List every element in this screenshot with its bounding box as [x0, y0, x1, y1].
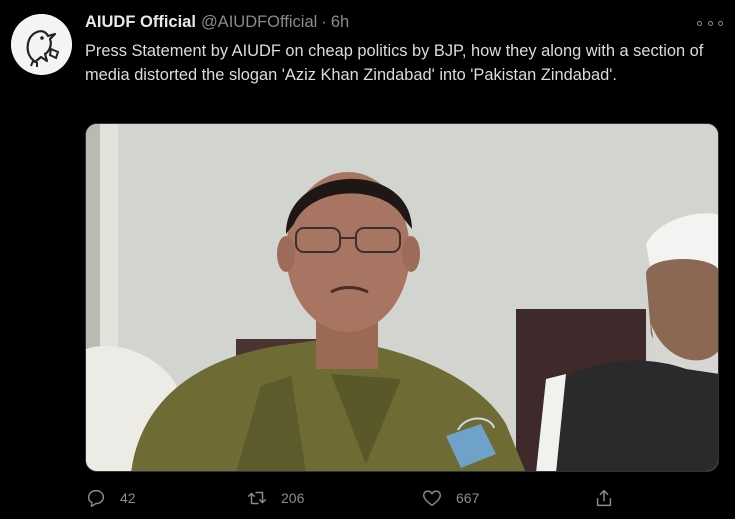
reply-count: 42 — [120, 490, 136, 506]
share-button[interactable] — [593, 485, 628, 511]
retweet-icon — [248, 491, 266, 505]
more-options-icon[interactable] — [697, 14, 723, 32]
author-handle[interactable]: @AIUDFOfficial — [201, 13, 317, 32]
like-button[interactable]: 667 — [421, 485, 479, 511]
tweet-video[interactable] — [85, 123, 719, 472]
timestamp[interactable]: 6h — [331, 13, 349, 32]
reply-button[interactable]: 42 — [85, 485, 136, 511]
tweet-header: AIUDF Official @AIUDFOfficial · 6h — [85, 13, 349, 33]
like-count: 667 — [456, 490, 480, 506]
share-icon — [596, 489, 612, 507]
author-name[interactable]: AIUDF Official — [85, 13, 196, 32]
separator-dot: · — [321, 13, 327, 31]
retweet-count: 206 — [281, 490, 305, 506]
aiudf-logo-icon — [11, 14, 72, 75]
tweet-actions: 42 206 667 — [85, 485, 719, 511]
heart-icon — [423, 490, 441, 507]
tweet-text: Press Statement by AIUDF on cheap politi… — [85, 42, 704, 84]
retweet-button[interactable]: 206 — [246, 485, 304, 511]
reply-icon — [87, 489, 105, 507]
avatar[interactable] — [11, 14, 72, 75]
